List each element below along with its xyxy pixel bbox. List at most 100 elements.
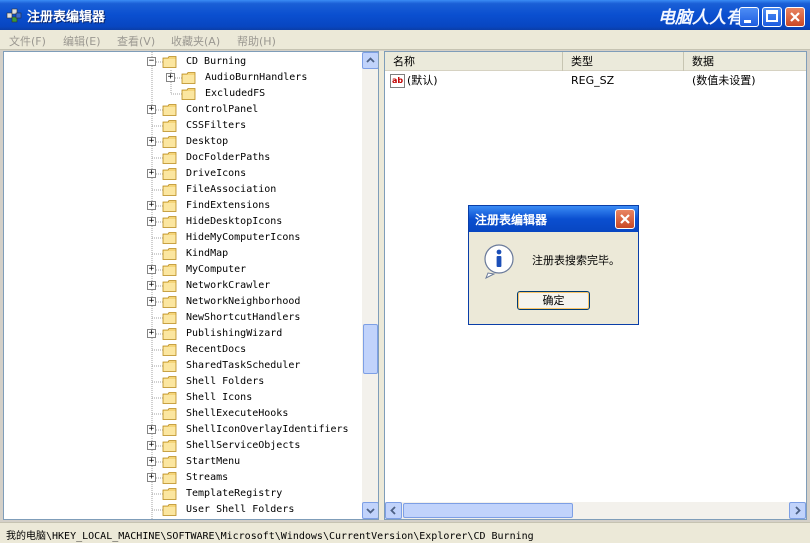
expand-icon[interactable]: +	[147, 201, 156, 210]
list-header: 名称 类型 数据	[385, 52, 806, 71]
message-dialog[interactable]: 注册表编辑器 注册表搜索完毕。 确定	[468, 205, 639, 325]
menu-help[interactable]: 帮助(H)	[237, 33, 276, 49]
arrow-right-icon	[795, 506, 801, 515]
tree-item-label: Desktop	[186, 136, 229, 147]
minimize-icon	[744, 20, 751, 23]
tree-item-label: Shell Icons	[186, 392, 253, 403]
tree-item-label: NewShortcutHandlers	[186, 312, 301, 323]
value-name[interactable]: (默认)	[407, 73, 438, 89]
collapse-icon[interactable]: −	[147, 57, 156, 66]
info-icon	[484, 244, 514, 279]
tree-item-label: FindExtensions	[186, 200, 271, 211]
column-header-type[interactable]: 类型	[563, 52, 684, 71]
string-value-icon: ab	[390, 74, 405, 88]
tree-item-label: HideMyComputerIcons	[186, 232, 301, 243]
folder-icon	[162, 168, 177, 180]
watermark-text: 电脑人人有	[658, 8, 743, 28]
tree-connector-lines	[151, 52, 183, 519]
tree-item-label: MyComputer	[186, 264, 247, 275]
tree-item-label: DocFolderPaths	[186, 152, 271, 163]
dialog-close-button[interactable]	[615, 209, 635, 229]
status-path: 我的电脑\HKEY_LOCAL_MACHINE\SOFTWARE\Microso…	[6, 531, 534, 542]
maximize-icon	[766, 10, 778, 22]
folder-icon	[162, 472, 177, 484]
folder-icon	[162, 232, 177, 244]
window-title: 注册表编辑器	[27, 10, 106, 25]
folder-icon	[162, 376, 177, 388]
scroll-right-button[interactable]	[789, 502, 806, 519]
expand-icon[interactable]: +	[166, 73, 175, 82]
expand-icon[interactable]: +	[147, 473, 156, 482]
value-data: (数值未设置)	[692, 74, 756, 87]
folder-icon	[162, 504, 177, 516]
arrow-left-icon	[390, 506, 396, 515]
expand-icon[interactable]: +	[147, 105, 156, 114]
list-horizontal-scrollbar[interactable]	[385, 502, 806, 519]
scroll-left-button[interactable]	[385, 502, 402, 519]
tree-item-label: KindMap	[186, 248, 229, 259]
folder-icon	[162, 360, 177, 372]
tree-item-label: SharedTaskScheduler	[186, 360, 301, 371]
scroll-up-button[interactable]	[362, 52, 378, 69]
folder-icon	[162, 280, 177, 292]
expand-icon[interactable]: +	[147, 441, 156, 450]
tree-vertical-scrollbar[interactable]	[362, 52, 378, 519]
close-icon	[790, 12, 800, 22]
horizontal-scroll-thumb[interactable]	[403, 503, 573, 518]
folder-icon	[181, 72, 196, 84]
expand-icon[interactable]: +	[147, 457, 156, 466]
tree-item-label: CD Burning	[186, 56, 247, 67]
maximize-button[interactable]	[762, 7, 782, 27]
expand-icon[interactable]: +	[147, 169, 156, 178]
ok-button[interactable]: 确定	[517, 291, 590, 310]
close-icon	[620, 214, 630, 224]
menu-file[interactable]: 文件(F)	[9, 33, 46, 49]
tree-item-label: ShellExecuteHooks	[186, 408, 289, 419]
column-header-data[interactable]: 数据	[684, 52, 806, 71]
folder-icon	[162, 248, 177, 260]
arrow-up-icon	[366, 57, 375, 63]
tree-item-label: CSSFilters	[186, 120, 247, 131]
tree-item-label: RecentDocs	[186, 344, 247, 355]
folder-icon	[162, 216, 177, 228]
registry-tree[interactable]: − CD Burning + AudioBurnHandlers ExcludedFS +…	[3, 51, 379, 520]
tree-item-label: NetworkNeighborhood	[186, 296, 301, 307]
tree-item-label: Shell Folders	[186, 376, 265, 387]
folder-icon	[162, 408, 177, 420]
dialog-title-bar[interactable]: 注册表编辑器	[469, 206, 638, 232]
tree-item-label: HideDesktopIcons	[186, 216, 283, 227]
folder-icon	[162, 424, 177, 436]
menu-view[interactable]: 查看(V)	[117, 33, 155, 49]
tree-item-label: FileAssociation	[186, 184, 277, 195]
scroll-thumb[interactable]	[363, 324, 378, 374]
tree-item-label: AudioBurnHandlers	[205, 72, 308, 83]
status-bar: 我的电脑\HKEY_LOCAL_MACHINE\SOFTWARE\Microso…	[0, 522, 810, 543]
scroll-down-button[interactable]	[362, 502, 378, 519]
column-header-name[interactable]: 名称	[385, 52, 563, 71]
close-button[interactable]	[785, 7, 805, 27]
folder-icon	[162, 488, 177, 500]
expand-icon[interactable]: +	[147, 265, 156, 274]
folder-icon	[162, 296, 177, 308]
open-folder-icon	[162, 56, 177, 68]
tree-item-label: TemplateRegistry	[186, 488, 283, 499]
expand-icon[interactable]: +	[147, 297, 156, 306]
value-type: REG_SZ	[571, 74, 615, 87]
menu-edit[interactable]: 编辑(E)	[63, 33, 101, 49]
menu-favorites[interactable]: 收藏夹(A)	[171, 33, 220, 49]
expand-icon[interactable]: +	[147, 281, 156, 290]
expand-icon[interactable]: +	[147, 425, 156, 434]
menu-bar: 文件(F) 编辑(E) 查看(V) 收藏夹(A) 帮助(H)	[0, 30, 810, 50]
expand-icon[interactable]: +	[147, 217, 156, 226]
arrow-down-icon	[366, 508, 375, 514]
dialog-title: 注册表编辑器	[475, 213, 548, 227]
folder-icon	[162, 184, 177, 196]
folder-icon	[162, 104, 177, 116]
folder-icon	[162, 392, 177, 404]
folder-icon	[162, 344, 177, 356]
minimize-button[interactable]	[739, 7, 759, 27]
tree-item-label: Streams	[186, 472, 229, 483]
expand-icon[interactable]: +	[147, 329, 156, 338]
title-bar[interactable]: 注册表编辑器 电脑人人有	[0, 0, 810, 30]
expand-icon[interactable]: +	[147, 137, 156, 146]
